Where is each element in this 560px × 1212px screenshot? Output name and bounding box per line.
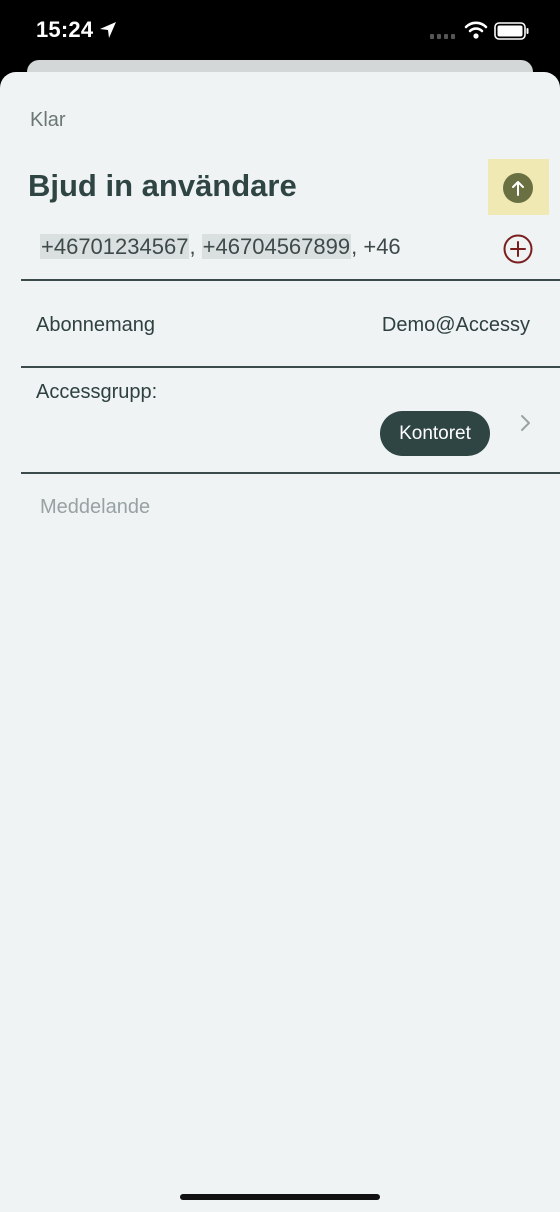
recipient-pending-text[interactable]: +46 xyxy=(363,234,400,259)
subscription-label: Abonnemang xyxy=(36,314,155,336)
status-time: 15:24 xyxy=(36,17,94,42)
subscription-value[interactable]: Demo@Accessy xyxy=(382,314,530,337)
home-indicator[interactable] xyxy=(180,1194,380,1200)
wifi-icon xyxy=(464,21,488,39)
message-field[interactable] xyxy=(40,490,530,524)
send-circle xyxy=(503,173,533,203)
done-button[interactable]: Klar xyxy=(30,109,66,132)
arrow-up-icon xyxy=(512,181,524,196)
recipient-separator: , xyxy=(189,234,202,259)
recipient-separator: , xyxy=(351,234,364,259)
location-arrow-icon xyxy=(100,22,116,38)
cellular-signal-icon xyxy=(430,34,455,39)
page-title: Bjud in användare xyxy=(28,168,297,203)
invite-sheet: Klar Bjud in användare +46701234567, +46… xyxy=(0,72,560,1212)
plus-circle-icon[interactable] xyxy=(503,234,533,264)
recipient-chip[interactable]: +46701234567 xyxy=(40,234,190,259)
divider xyxy=(21,279,560,281)
access-group-label: Accessgrupp: xyxy=(36,381,158,403)
divider xyxy=(21,472,560,474)
recipients-input[interactable]: +46701234567, +46704567899, +46 xyxy=(40,234,401,260)
battery-icon xyxy=(494,22,529,40)
recipient-chip[interactable]: +46704567899 xyxy=(201,234,352,259)
status-bar: 15:24 xyxy=(0,0,560,64)
chevron-right-icon[interactable] xyxy=(518,412,532,434)
access-group-chip[interactable]: Kontoret xyxy=(380,411,490,456)
send-button[interactable] xyxy=(488,159,549,215)
divider xyxy=(21,366,560,368)
